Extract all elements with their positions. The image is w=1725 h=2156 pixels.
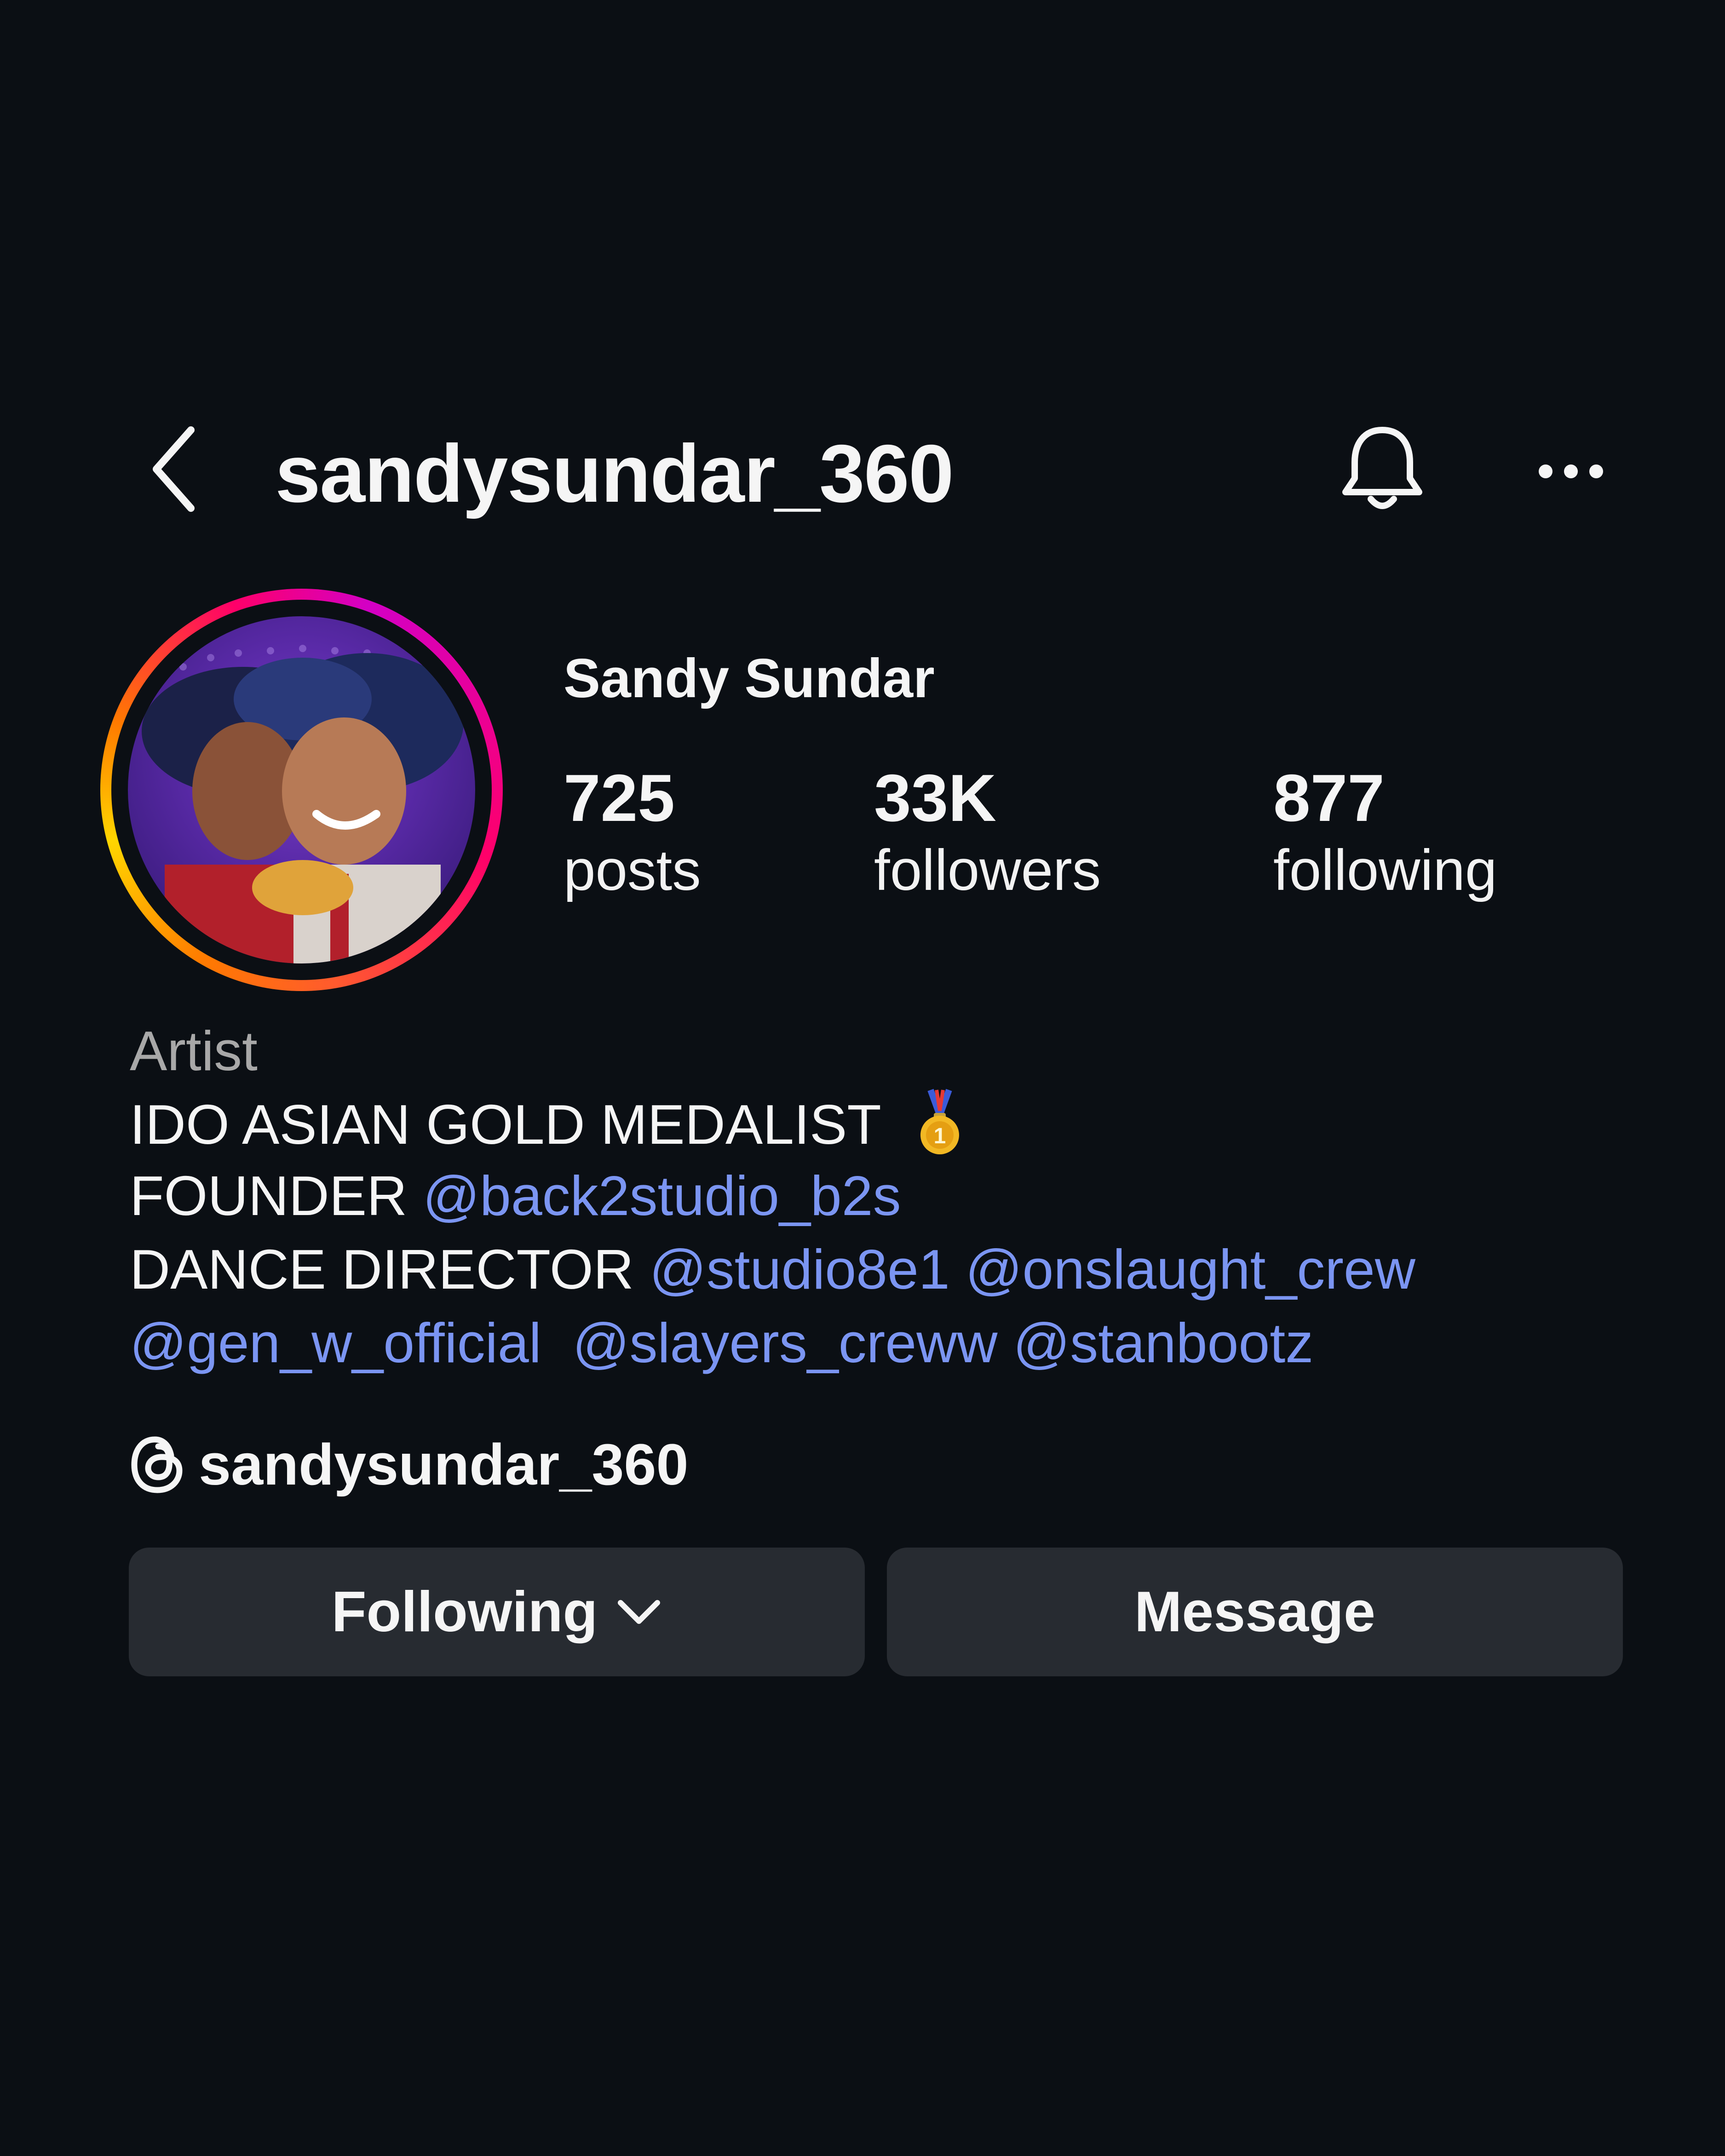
svg-text:1: 1 <box>933 1124 946 1148</box>
notifications-bell-button[interactable] <box>1334 421 1431 517</box>
gold-medal-icon: 1 <box>920 1089 959 1154</box>
profile-full-name: Sandy Sundar <box>564 648 935 709</box>
threads-link[interactable]: sandysundar_360 <box>130 1430 689 1499</box>
bio-line-1-text: IDO ASIAN GOLD MEDALIST <box>130 1093 880 1156</box>
bell-icon <box>1342 427 1422 509</box>
bio-line-3: DANCE DIRECTOR @studio8e1 @onslaught_cre… <box>130 1235 1415 1304</box>
bio-line-3-prefix: DANCE DIRECTOR <box>130 1238 634 1301</box>
posts-label: posts <box>564 838 701 902</box>
following-label: following <box>1273 838 1497 902</box>
threads-icon <box>131 1436 183 1493</box>
chevron-down-icon <box>618 1600 661 1624</box>
bio-category: Artist <box>130 1020 258 1082</box>
more-horizontal-icon <box>1539 464 1603 478</box>
following-count: 877 <box>1273 761 1385 835</box>
message-button[interactable]: Message <box>887 1548 1623 1676</box>
mention-link[interactable]: @studio8e1 <box>650 1238 950 1301</box>
followers-label: followers <box>874 838 1101 902</box>
bio-line-2-prefix: FOUNDER <box>130 1164 408 1227</box>
mention-link[interactable]: @back2studio_b2s <box>423 1164 901 1227</box>
stat-following[interactable]: 877 following <box>1273 761 1497 906</box>
mention-link[interactable]: @slayers_creww <box>573 1312 998 1374</box>
following-button-label: Following <box>331 1580 598 1644</box>
stat-posts[interactable]: 725 posts <box>564 761 701 906</box>
profile-username-title: sandysundar_360 <box>275 428 954 519</box>
more-options-button[interactable] <box>1532 442 1610 501</box>
mention-link[interactable]: @stanbootz <box>1013 1312 1313 1374</box>
message-button-label: Message <box>1134 1580 1375 1644</box>
following-button[interactable]: Following <box>129 1548 865 1676</box>
mention-link[interactable]: @onslaught_crew <box>966 1238 1415 1301</box>
chevron-left-icon <box>153 426 195 512</box>
back-button[interactable] <box>138 423 212 515</box>
bio-line-2: FOUNDER @back2studio_b2s <box>130 1161 901 1230</box>
stat-followers[interactable]: 33K followers <box>874 761 1101 906</box>
bio-line-4: @gen_w_official @slayers_creww @stanboot… <box>130 1308 1313 1377</box>
mention-link[interactable]: @gen_w_official <box>130 1312 541 1374</box>
followers-count: 33K <box>874 761 996 835</box>
threads-handle: sandysundar_360 <box>199 1432 689 1497</box>
avatar <box>128 616 475 963</box>
posts-count: 725 <box>564 761 675 835</box>
avatar-story-ring[interactable] <box>100 589 503 991</box>
bio-line-1: IDO ASIAN GOLD MEDALIST 1 <box>130 1088 965 1159</box>
